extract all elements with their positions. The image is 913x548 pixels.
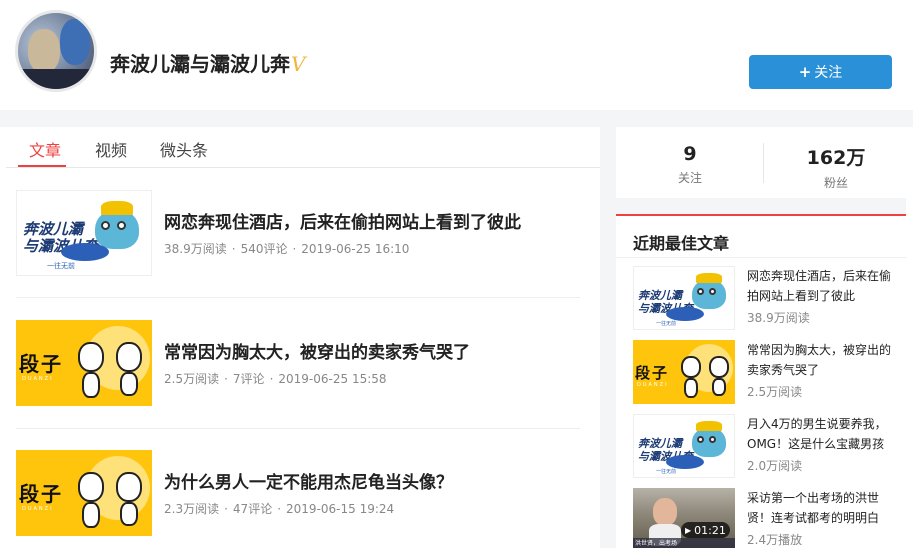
- article-meta: 38.9万阅读 · 540评论 · 2019-06-25 16:10: [164, 242, 410, 256]
- active-tab-indicator: [18, 165, 66, 167]
- best-articles-heading: 近期最佳文章: [633, 234, 730, 253]
- video-caption: 洪世贤，出考场: [635, 540, 678, 547]
- best-article-title[interactable]: 常常因为胸太大，被穿出的卖家秀气哭了: [747, 340, 895, 380]
- follow-label: 关注: [814, 65, 843, 81]
- best-article-meta: 2.4万播放: [747, 533, 803, 547]
- fans-count: 162万: [806, 147, 866, 169]
- best-article-title[interactable]: 网恋奔现住酒店，后来在偷拍网站上看到了彼此: [747, 266, 895, 306]
- cartoon-face-icon: [78, 472, 104, 502]
- following-label: 关注: [677, 171, 702, 185]
- fish-mascot-icon: [95, 201, 139, 249]
- duanzi-logo: 段子: [19, 352, 63, 376]
- avatar[interactable]: [15, 10, 97, 92]
- avatar-figure-left: [28, 29, 60, 73]
- video-thumbnail[interactable]: 洪世贤，出考场 ▶ 01:21: [633, 488, 735, 548]
- article-title[interactable]: 常常因为胸太大，被穿出的卖家秀气哭了: [164, 338, 470, 363]
- read-count: 2.5万阅读: [164, 372, 220, 386]
- avatar-figure-right: [60, 19, 90, 65]
- cartoon-face-icon: [116, 342, 142, 372]
- article-meta: 2.3万阅读 · 47评论 · 2019-06-15 19:24: [164, 502, 395, 516]
- best-article-meta: 2.0万阅读: [747, 459, 803, 473]
- following-stat[interactable]: 9 关注: [620, 143, 760, 186]
- article-item[interactable]: 段子 DUANZI 常常因为胸太大，被穿出的卖家秀气哭了 2.5万阅读 · 7评论 ·…: [16, 320, 580, 428]
- play-icon: ▶: [685, 525, 692, 535]
- duanzi-logo: 段子: [19, 482, 63, 506]
- best-article-meta: 38.9万阅读: [747, 311, 810, 325]
- content-tabs: 文章 视频 微头条: [6, 127, 600, 168]
- divider: [16, 297, 580, 298]
- article-thumbnail[interactable]: 奔波儿灞 与灞波儿奔 一往无前: [16, 190, 152, 276]
- publish-date: 2019-06-25 15:58: [278, 372, 387, 386]
- article-item[interactable]: 段子 DUANZI 为什么男人一定不能用杰尼龟当头像？ 2.3万阅读 · 47评论 ·…: [16, 450, 580, 548]
- plus-icon: +: [798, 63, 812, 81]
- read-count: 38.9万阅读: [164, 242, 227, 256]
- best-article-thumbnail[interactable]: 奔波儿灞 与灞波儿奔 一往无前: [633, 266, 735, 330]
- verified-icon: V: [291, 52, 306, 76]
- following-count: 9: [683, 143, 697, 165]
- article-title[interactable]: 网恋奔现住酒店，后来在偷拍网站上看到了彼此: [164, 208, 521, 233]
- divider: [616, 257, 906, 258]
- cartoon-face-icon: [116, 472, 142, 502]
- article-title[interactable]: 为什么男人一定不能用杰尼龟当头像？: [164, 468, 453, 493]
- article-item[interactable]: 奔波儿灞 与灞波儿奔 一往无前 网恋奔现住酒店，后来在偷拍网站上看到了彼此 38.…: [16, 190, 580, 298]
- comment-count[interactable]: 7评论: [233, 372, 265, 386]
- tab-articles[interactable]: 文章: [29, 137, 61, 161]
- video-duration-badge[interactable]: ▶ 01:21: [681, 522, 730, 538]
- follow-button[interactable]: + 关注: [749, 55, 892, 89]
- best-article-item[interactable]: 段子 DUANZI 常常因为胸太大，被穿出的卖家秀气哭了 2.5万阅读: [633, 340, 903, 412]
- tab-videos[interactable]: 视频: [95, 137, 127, 161]
- cartoon-face-icon: [78, 342, 104, 372]
- best-articles-panel: 近期最佳文章 奔波儿灞 与灞波儿奔 一往无前 网恋奔现住酒店，后来在偷拍网站上看到…: [616, 214, 906, 548]
- profile-header: 奔波儿灞与灞波儿奔V + 关注: [0, 0, 913, 110]
- article-thumbnail[interactable]: 段子 DUANZI: [16, 450, 152, 536]
- comment-count[interactable]: 47评论: [233, 502, 272, 516]
- section-divider: [0, 110, 913, 127]
- cartoon-face-icon: [681, 356, 701, 378]
- splash-shape: [61, 243, 109, 261]
- best-article-thumbnail[interactable]: 段子 DUANZI: [633, 340, 735, 404]
- article-meta: 2.5万阅读 · 7评论 · 2019-06-25 15:58: [164, 372, 387, 386]
- best-video-item[interactable]: 洪世贤，出考场 ▶ 01:21 采访第一个出考场的洪世贤！连考试都考的明明白 2.…: [633, 488, 903, 548]
- fans-stat[interactable]: 162万 粉丝: [766, 143, 906, 191]
- divider: [16, 428, 580, 429]
- fans-label: 粉丝: [823, 176, 848, 190]
- article-thumbnail[interactable]: 段子 DUANZI: [16, 320, 152, 406]
- best-article-thumbnail[interactable]: 奔波儿灞 与灞波儿奔 一往无前: [633, 414, 735, 478]
- best-article-title[interactable]: 采访第一个出考场的洪世贤！连考试都考的明明白: [747, 488, 895, 528]
- section-divider: [616, 198, 906, 214]
- best-article-item[interactable]: 奔波儿灞 与灞波儿奔 一往无前 网恋奔现住酒店，后来在偷拍网站上看到了彼此 38.…: [633, 266, 903, 338]
- read-count: 2.3万阅读: [164, 502, 220, 516]
- comment-count[interactable]: 540评论: [241, 242, 288, 256]
- tab-micro-posts[interactable]: 微头条: [160, 137, 208, 161]
- duanzi-logo: 段子: [635, 364, 670, 382]
- profile-stats: 9 关注 162万 粉丝: [616, 127, 906, 198]
- avatar-ground: [18, 69, 94, 89]
- fish-mascot-icon: [692, 273, 726, 309]
- publish-date: 2019-06-15 19:24: [286, 502, 395, 516]
- best-article-title[interactable]: 月入4万的男生说要养我，OMG！这是什么宝藏男孩: [747, 414, 895, 454]
- column-gap: [600, 127, 616, 548]
- best-article-item[interactable]: 奔波儿灞 与灞波儿奔 一往无前 月入4万的男生说要养我，OMG！这是什么宝藏男孩 …: [633, 414, 903, 486]
- video-duration: 01:21: [694, 523, 726, 537]
- profile-name: 奔波儿灞与灞波儿奔: [110, 52, 290, 76]
- stat-divider: [763, 143, 764, 183]
- article-feed: 文章 视频 微头条 奔波儿灞 与灞波儿奔 一往无前 网恋奔现住酒店，后来在偷拍网站…: [6, 127, 600, 548]
- logo-slogan: 一往无前: [47, 262, 75, 270]
- best-article-meta: 2.5万阅读: [747, 385, 803, 399]
- profile-name-row: 奔波儿灞与灞波儿奔V: [110, 48, 305, 77]
- publish-date: 2019-06-25 16:10: [301, 242, 410, 256]
- cartoon-face-icon: [709, 356, 729, 378]
- fish-mascot-icon: [692, 421, 726, 457]
